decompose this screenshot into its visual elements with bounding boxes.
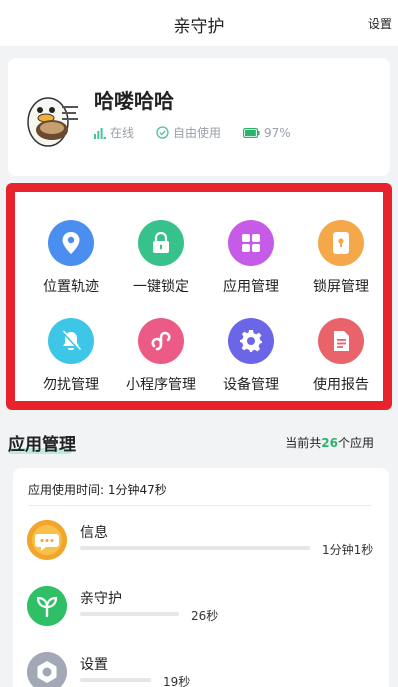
feature-label: 小程序管理 <box>126 377 196 393</box>
child-name: 哈喽哈哈 <box>94 89 174 113</box>
app-name: 亲守护 <box>80 591 122 607</box>
feature-grid: 位置轨迹 一键锁定 应用管理 锁屏管理 勿扰管理 小程序管理 设备管理 使用报告 <box>15 192 383 401</box>
check-circle-icon <box>156 126 169 139</box>
app-count: 当前共26个应用 <box>285 434 374 451</box>
mini-program-icon <box>151 331 171 351</box>
lock-screen-phone-icon <box>333 232 349 254</box>
status-row: 在线 自由使用 97% <box>94 124 313 141</box>
feature-label: 勿扰管理 <box>43 377 99 393</box>
app-name: 信息 <box>80 525 108 541</box>
app-management-title: 应用管理 <box>8 435 76 455</box>
app-usage-row[interactable]: 信息 1分钟1秒 <box>13 516 389 576</box>
app-icon-bg <box>27 586 67 626</box>
app-icon-bg <box>27 520 67 560</box>
usage-bar <box>80 546 310 550</box>
feature-icon-bg <box>318 220 364 266</box>
padlock-icon <box>153 232 169 253</box>
feature-icon-bg <box>48 220 94 266</box>
gear-icon <box>240 330 262 352</box>
feature-label: 位置轨迹 <box>43 279 99 295</box>
feature-icon-bg <box>138 220 184 266</box>
online-status-text: 在线 <box>110 126 135 140</box>
settings-hex-icon <box>27 652 67 687</box>
feature-icon-bg <box>138 318 184 364</box>
app-icon-bg <box>27 652 67 687</box>
online-status: 在线 <box>94 124 134 141</box>
avatar <box>22 84 82 148</box>
app-count-number: 26 <box>321 436 338 450</box>
message-bubble-icon <box>27 520 67 560</box>
feature-app-management[interactable]: 应用管理 <box>205 208 297 298</box>
feature-label: 锁屏管理 <box>313 279 369 295</box>
feature-icon-bg <box>48 318 94 364</box>
feature-icon-bg <box>228 318 274 364</box>
usage-total-time: 应用使用时间: 1分钟47秒 <box>28 483 167 497</box>
app-usage-row[interactable]: 设置 19秒 <box>13 648 389 687</box>
bell-off-icon <box>62 330 82 351</box>
app-usage-row[interactable]: 亲守护 26秒 <box>13 582 389 642</box>
child-profile-card[interactable]: 哈喽哈哈 在线 自由使用 97% <box>8 58 390 176</box>
app-count-suffix: 个应用 <box>337 436 374 450</box>
feature-label: 应用管理 <box>223 279 279 295</box>
usage-time: 1分钟1秒 <box>322 543 374 557</box>
app-usage-card: 应用使用时间: 1分钟47秒 信息 1分钟1秒 亲守护 26秒 设置 19秒 <box>13 468 389 687</box>
app-name: 设置 <box>80 657 108 673</box>
signal-bars-icon <box>94 127 106 139</box>
report-document-icon <box>334 331 349 351</box>
feature-lock-screen-management[interactable]: 锁屏管理 <box>295 208 387 298</box>
top-bar: 亲守护 设置 <box>0 0 398 46</box>
feature-icon-bg <box>318 318 364 364</box>
page-title: 亲守护 <box>173 17 225 37</box>
battery-text: 97% <box>264 125 291 140</box>
settings-link[interactable]: 设置 <box>368 15 392 32</box>
battery-icon <box>243 127 260 138</box>
feature-mini-program-management[interactable]: 小程序管理 <box>115 306 207 396</box>
usage-bar <box>80 612 179 616</box>
usage-time: 19秒 <box>163 675 191 687</box>
usage-time: 26秒 <box>191 609 219 623</box>
feature-device-management[interactable]: 设备管理 <box>205 306 297 396</box>
feature-grid-highlight: 位置轨迹 一键锁定 应用管理 锁屏管理 勿扰管理 小程序管理 设备管理 使用报告 <box>6 183 392 410</box>
sprout-icon <box>27 586 67 626</box>
usage-mode-text: 自由使用 <box>173 126 222 140</box>
feature-one-key-lock[interactable]: 一键锁定 <box>115 208 207 298</box>
usage-mode-status: 自由使用 <box>156 124 221 141</box>
feature-label: 使用报告 <box>313 377 369 393</box>
feature-do-not-disturb[interactable]: 勿扰管理 <box>25 306 117 396</box>
feature-usage-report[interactable]: 使用报告 <box>295 306 387 396</box>
divider <box>28 505 372 506</box>
location-pin-icon <box>62 232 80 254</box>
feature-label: 设备管理 <box>223 377 279 393</box>
apps-grid-icon <box>242 234 260 252</box>
feature-location-track[interactable]: 位置轨迹 <box>25 208 117 298</box>
app-count-prefix: 当前共 <box>285 436 322 450</box>
battery-status: 97% <box>243 126 291 140</box>
usage-bar <box>80 678 151 682</box>
feature-label: 一键锁定 <box>133 279 189 295</box>
feature-icon-bg <box>228 220 274 266</box>
